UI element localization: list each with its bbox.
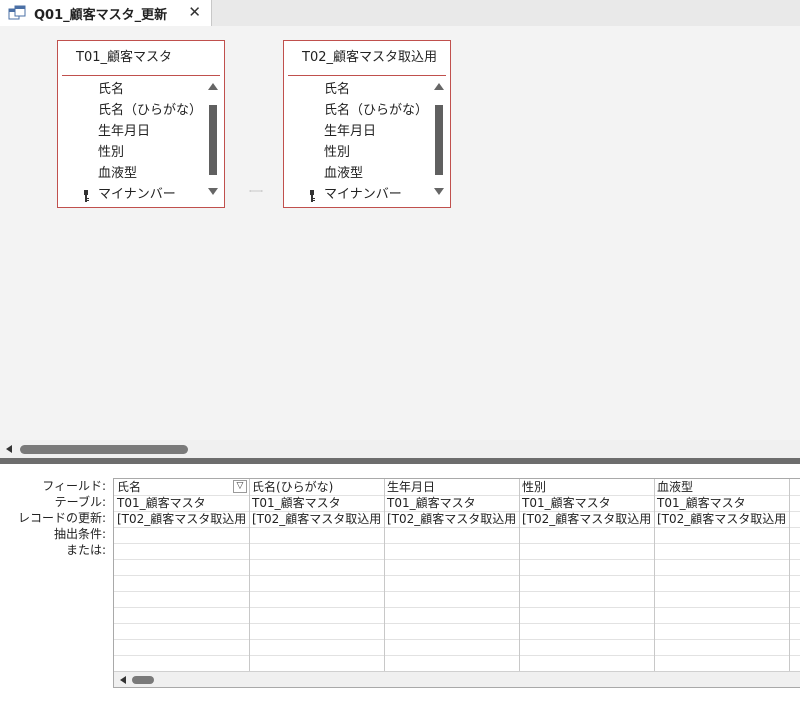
scroll-up-icon[interactable] [434, 83, 444, 90]
field-label: 氏名 [98, 82, 125, 97]
primary-key-icon [308, 188, 316, 209]
table-title[interactable]: T02_顧客マスタ取込用 [288, 41, 446, 76]
scroll-thumb[interactable] [209, 105, 217, 175]
row-label-update-to: レコードの更新: [17, 511, 106, 525]
table-cell[interactable]: T01_顧客マスタ [654, 495, 789, 511]
field-cell[interactable]: 性別 [519, 479, 654, 495]
field-list: 氏名 氏名（ひらがな） 生年月日 性別 血液型 マイナンバー [58, 79, 206, 205]
field-item[interactable]: 血液型 [58, 163, 206, 184]
field-label: 血液型 [98, 166, 138, 181]
update-to-cell[interactable]: [T02_顧客マスタ取込用 [519, 511, 654, 527]
row-label-criteria: 抽出条件: [53, 527, 106, 541]
document-tab-strip: Q01_顧客マスタ_更新 ✕ [0, 0, 800, 26]
chevron-down-icon[interactable]: ▽ [233, 480, 247, 493]
update-to-cell[interactable]: [T02_顧客マスタ取込用 [114, 511, 249, 527]
field-item-primary-key[interactable]: マイナンバー [284, 184, 432, 205]
update-to-cell[interactable]: [T02_顧客マスタ取込用 [384, 511, 519, 527]
field-label: マイナンバー [98, 187, 176, 202]
grid-horizontal-scrollbar[interactable] [114, 671, 800, 687]
field-item[interactable]: 生年月日 [58, 121, 206, 142]
update-to-cell[interactable]: [T02_顧客マスタ取込用 [249, 511, 384, 527]
table-cell[interactable]: T01_顧客マスタ [519, 495, 654, 511]
table-cell[interactable]: T01_顧客マスタ [249, 495, 384, 511]
query-grid-pane: フィールド: テーブル: レコードの更新: 抽出条件: または: 氏名 ▽ T01… [0, 464, 800, 704]
field-cell[interactable]: 氏名 ▽ [114, 479, 249, 495]
field-item[interactable]: 性別 [58, 142, 206, 163]
field-label: 氏名 [324, 82, 351, 97]
close-icon[interactable]: ✕ [188, 3, 201, 21]
grid-column[interactable]: 生年月日 T01_顧客マスタ [T02_顧客マスタ取込用 [384, 479, 520, 671]
row-label-or: または: [65, 543, 106, 557]
field-cell[interactable]: 生年月日 [384, 479, 519, 495]
field-cell[interactable]: 氏名(ひらがな) [249, 479, 384, 495]
update-to-cell[interactable]: [T02_顧客マスタ取込用 [654, 511, 789, 527]
scroll-thumb[interactable] [435, 105, 443, 175]
query-icon [8, 5, 26, 21]
scroll-thumb[interactable] [132, 676, 154, 684]
field-item[interactable]: 氏名 [58, 79, 206, 100]
primary-key-icon [82, 188, 90, 209]
row-label-table: テーブル: [54, 495, 106, 509]
field-label: 血液型 [324, 166, 364, 181]
design-pane-horizontal-scrollbar[interactable] [0, 440, 800, 458]
scroll-down-icon[interactable] [208, 188, 218, 195]
relationship-line[interactable] [230, 190, 282, 192]
field-label: 性別 [324, 145, 351, 160]
field-list-scrollbar[interactable] [432, 79, 446, 203]
table-cell[interactable]: T01_顧客マスタ [384, 495, 519, 511]
table-title[interactable]: T01_顧客マスタ [62, 41, 220, 76]
grid-column[interactable]: 氏名 ▽ T01_顧客マスタ [T02_顧客マスタ取込用 [114, 479, 250, 671]
query-tab[interactable]: Q01_顧客マスタ_更新 ✕ [0, 0, 212, 26]
grid-row-labels: フィールド: テーブル: レコードの更新: 抽出条件: または: [0, 478, 110, 558]
field-label: 性別 [98, 145, 125, 160]
field-label: 氏名（ひらがな） [98, 103, 203, 118]
query-design-grid[interactable]: 氏名 ▽ T01_顧客マスタ [T02_顧客マスタ取込用 氏名(ひらがな) T01… [113, 478, 800, 688]
grid-column[interactable]: 氏名(ひらがな) T01_顧客マスタ [T02_顧客マスタ取込用 [249, 479, 385, 671]
query-design-pane[interactable]: T01_顧客マスタ 氏名 氏名（ひらがな） 生年月日 性別 血液型 マイナンバー… [0, 26, 800, 440]
field-item-primary-key[interactable]: マイナンバー [58, 184, 206, 205]
tab-title: Q01_顧客マスタ_更新 [34, 7, 168, 23]
field-item[interactable]: 生年月日 [284, 121, 432, 142]
scroll-left-icon[interactable] [6, 445, 12, 453]
field-list: 氏名 氏名（ひらがな） 生年月日 性別 血液型 マイナンバー [284, 79, 432, 205]
scroll-thumb[interactable] [20, 445, 188, 454]
scroll-up-icon[interactable] [208, 83, 218, 90]
field-item[interactable]: 性別 [284, 142, 432, 163]
grid-column[interactable]: 血液型 T01_顧客マスタ [T02_顧客マスタ取込用 [654, 479, 790, 671]
table-field-list-t02[interactable]: T02_顧客マスタ取込用 氏名 氏名（ひらがな） 生年月日 性別 血液型 マイナ… [283, 40, 451, 208]
table-cell[interactable]: T01_顧客マスタ [114, 495, 249, 511]
field-label: マイナンバー [324, 187, 402, 202]
field-item[interactable]: 氏名（ひらがな） [284, 100, 432, 121]
scroll-left-icon[interactable] [120, 676, 126, 684]
field-item[interactable]: 氏名 [284, 79, 432, 100]
table-field-list-t01[interactable]: T01_顧客マスタ 氏名 氏名（ひらがな） 生年月日 性別 血液型 マイナンバー [57, 40, 225, 208]
grid-column[interactable]: 性別 T01_顧客マスタ [T02_顧客マスタ取込用 [519, 479, 655, 671]
field-item[interactable]: 氏名（ひらがな） [58, 100, 206, 121]
scroll-down-icon[interactable] [434, 188, 444, 195]
field-label: 生年月日 [324, 124, 377, 139]
field-list-scrollbar[interactable] [206, 79, 220, 203]
row-label-field: フィールド: [42, 479, 106, 493]
field-label: 氏名（ひらがな） [324, 103, 429, 118]
field-label: 生年月日 [98, 124, 151, 139]
field-cell[interactable]: 血液型 [654, 479, 789, 495]
field-item[interactable]: 血液型 [284, 163, 432, 184]
